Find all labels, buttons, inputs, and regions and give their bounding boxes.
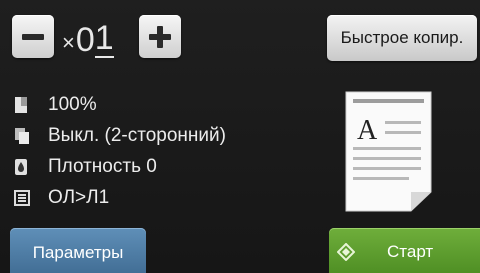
preview-letter: A	[357, 115, 378, 146]
density-icon	[14, 158, 48, 176]
increment-copies-button[interactable]	[139, 15, 181, 58]
layout-icon	[14, 189, 48, 206]
quick-copy-button[interactable]: Быстрое копир.	[327, 15, 477, 61]
plus-icon	[149, 25, 171, 48]
page-size-icon	[14, 96, 48, 114]
copy-count-display: × 0 1	[62, 18, 114, 58]
setting-row-ratio[interactable]: 100%	[14, 89, 226, 120]
copy-count-cursor-digit: 1	[94, 19, 114, 58]
options-button[interactable]: Параметры	[10, 228, 146, 273]
copy-screen: × 0 1 Быстрое копир. 100% Выкл. (2-сторо…	[0, 0, 480, 273]
setting-row-density[interactable]: Плотность 0	[14, 151, 226, 182]
decrement-copies-button[interactable]	[12, 15, 54, 58]
setting-density-text: Плотность 0	[48, 155, 157, 177]
settings-summary: 100% Выкл. (2-сторонний) Плотность 0 ОЛ>…	[14, 89, 226, 213]
copy-count-prefix: ×	[62, 30, 75, 55]
setting-layout-text: ОЛ>Л1	[48, 186, 110, 208]
copy-count-digit: 0	[75, 21, 95, 59]
document-preview: A	[345, 91, 432, 212]
start-label: Старт	[387, 242, 434, 261]
duplex-icon	[14, 127, 48, 145]
diamond-icon	[336, 242, 356, 266]
setting-row-duplex[interactable]: Выкл. (2-сторонний)	[14, 120, 226, 151]
setting-duplex-text: Выкл. (2-сторонний)	[48, 124, 226, 146]
setting-ratio-text: 100%	[48, 93, 97, 115]
minus-icon	[22, 33, 44, 40]
start-button[interactable]: Старт	[329, 228, 480, 273]
setting-row-layout[interactable]: ОЛ>Л1	[14, 182, 226, 213]
